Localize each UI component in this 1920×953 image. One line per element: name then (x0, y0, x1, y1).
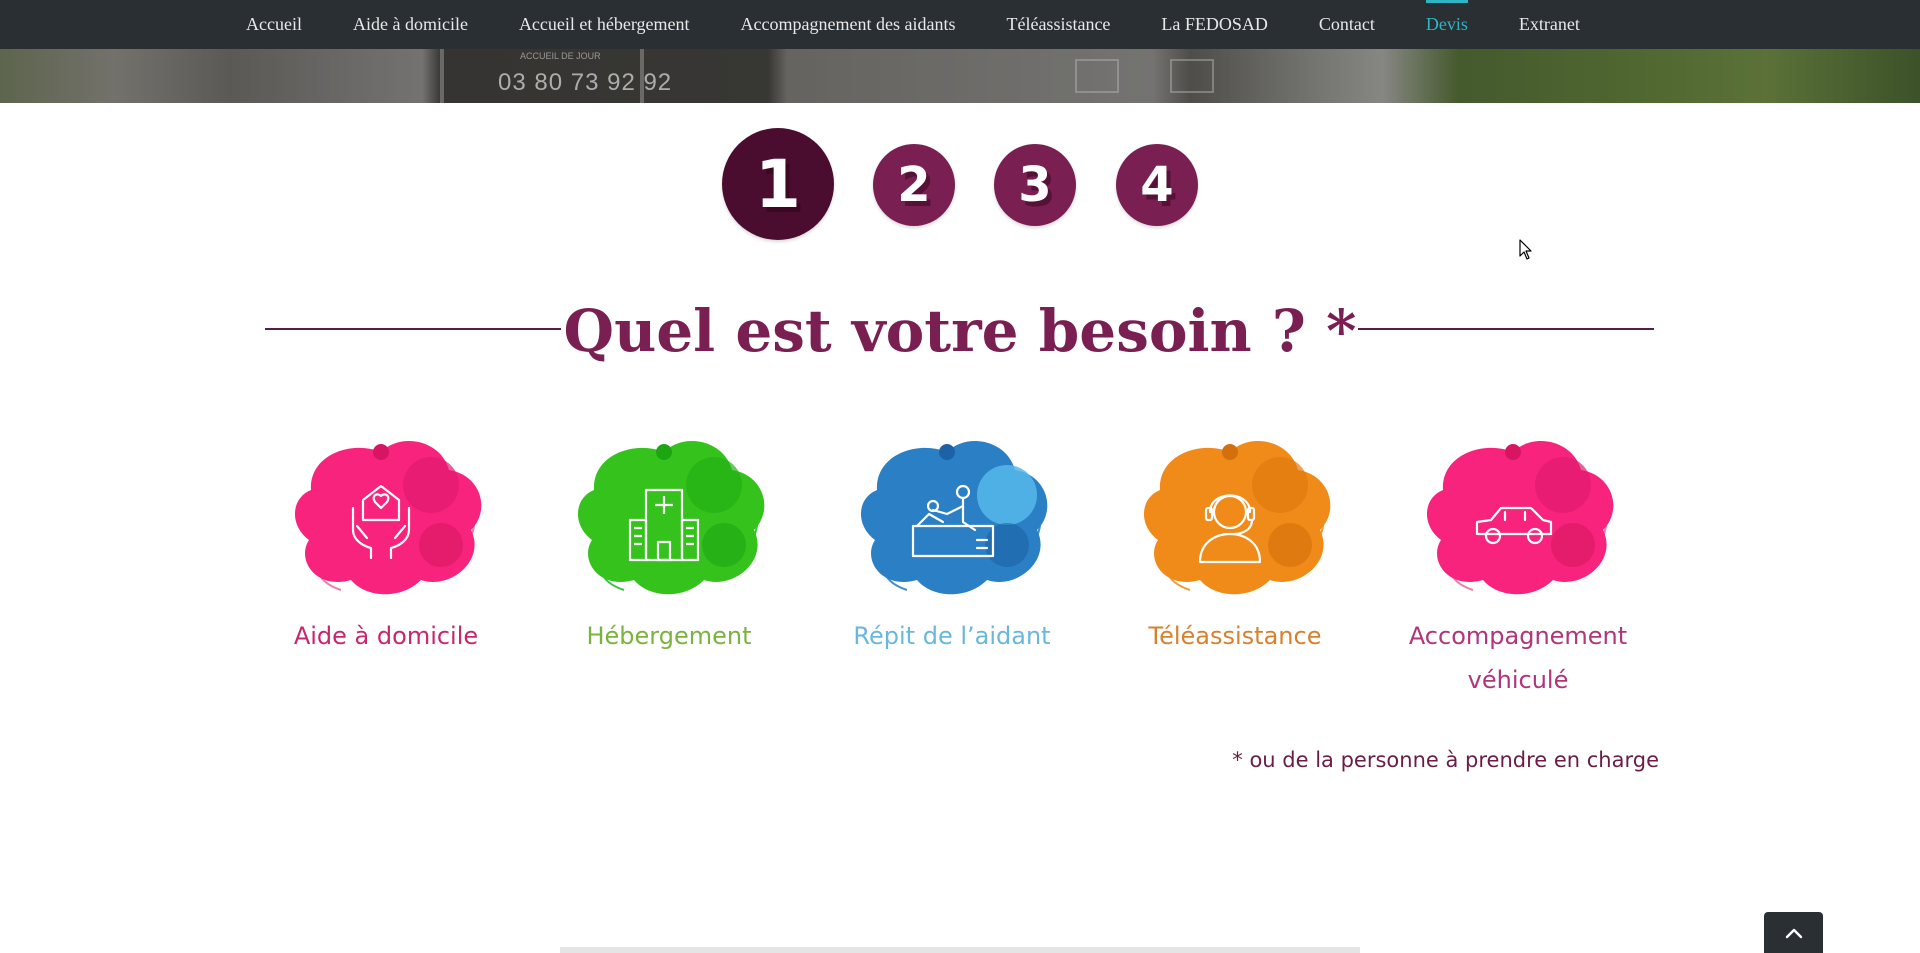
needs-options: Aide à domicile Hébergement Répit de l’a… (0, 430, 1920, 700)
operator-headset-icon (1143, 440, 1331, 595)
step-3-number: 3 (1018, 157, 1052, 213)
need-label: Répit de l’aidant (853, 622, 1051, 650)
need-label: Accompagnement véhiculé (1408, 622, 1628, 694)
section-heading-row: Quel est votre besoin ? * (0, 296, 1920, 376)
need-label: Aide à domicile (293, 622, 479, 650)
heading-divider-right (1358, 328, 1654, 330)
need-option-aide-a-domicile[interactable]: Aide à domicile (266, 430, 506, 658)
nav-item-fedosad[interactable]: La FEDOSAD (1161, 0, 1268, 49)
main-nav: Accueil Aide à domicile Accueil et héber… (0, 0, 1920, 49)
nav-item-teleassistance[interactable]: Téléassistance (1006, 0, 1110, 49)
chevron-up-icon (1785, 928, 1802, 938)
caregiver-respite-icon (860, 440, 1048, 595)
heading-divider-left (265, 328, 561, 330)
nav-item-extranet[interactable]: Extranet (1519, 0, 1580, 49)
need-option-hebergement[interactable]: Hébergement (549, 430, 789, 658)
step-3[interactable]: 3 (994, 144, 1076, 226)
nav-item-accueil-hebergement[interactable]: Accueil et hébergement (519, 0, 690, 49)
need-option-accompagnement-vehicule[interactable]: Accompagnement véhiculé (1398, 430, 1638, 702)
hero-shade (0, 49, 1920, 103)
step-1[interactable]: 1 (722, 128, 834, 240)
need-option-repit-aidant[interactable]: Répit de l’aidant (832, 430, 1072, 658)
page-title: Quel est votre besoin ? * (563, 297, 1357, 365)
hero-banner-image: ACCUEIL DE JOUR 03 80 73 92 92 (0, 49, 1920, 103)
home-care-icon (294, 440, 482, 595)
car-icon (1426, 440, 1614, 595)
mouse-cursor-icon (1519, 239, 1532, 260)
nav-item-devis[interactable]: Devis (1425, 0, 1468, 49)
nav-item-contact[interactable]: Contact (1319, 0, 1375, 49)
need-label: Hébergement (586, 622, 752, 650)
nav-list: Accueil Aide à domicile Accueil et héber… (246, 0, 1580, 49)
nav-item-accompagnement-aidants[interactable]: Accompagnement des aidants (741, 0, 956, 49)
required-field-note: * ou de la personne à prendre en charge (1232, 748, 1659, 772)
step-4-number: 4 (1140, 157, 1174, 213)
scroll-to-top-button[interactable] (1764, 912, 1823, 953)
step-4[interactable]: 4 (1116, 144, 1198, 226)
nav-item-aide-a-domicile[interactable]: Aide à domicile (353, 0, 468, 49)
step-indicator: 1 2 3 4 (0, 103, 1920, 253)
step-2[interactable]: 2 (873, 144, 955, 226)
step-1-number: 1 (755, 145, 801, 223)
section-divider-bottom (560, 947, 1360, 953)
step-2-number: 2 (897, 157, 931, 213)
hospital-building-icon (577, 440, 765, 595)
nav-item-accueil[interactable]: Accueil (246, 0, 302, 49)
need-label: Téléassistance (1148, 622, 1322, 650)
need-option-teleassistance[interactable]: Téléassistance (1115, 430, 1355, 658)
